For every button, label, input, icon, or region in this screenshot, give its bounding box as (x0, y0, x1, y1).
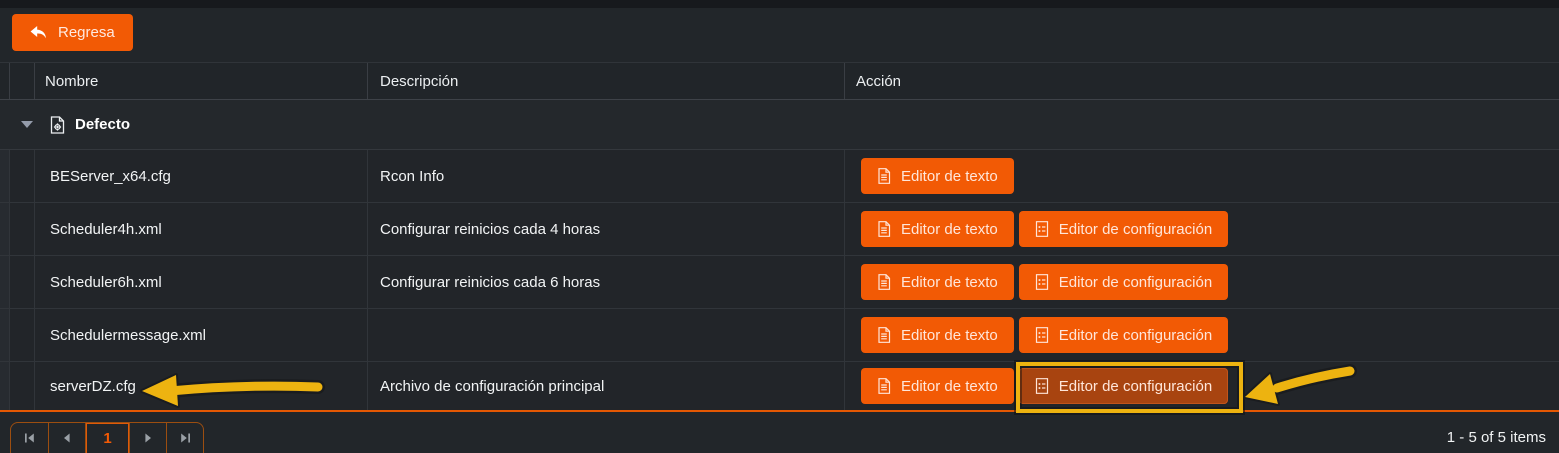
header-indent-cell (10, 63, 35, 99)
row-indent-cell (10, 256, 35, 308)
pager-prev-button[interactable] (48, 423, 85, 453)
row-actions: Editor de texto Editor de configuración (845, 256, 1559, 308)
column-header-accion[interactable]: Acción (845, 63, 1559, 99)
config-doc-icon (1035, 221, 1049, 237)
column-header-descripcion[interactable]: Descripción (368, 63, 845, 99)
text-file-icon (877, 168, 891, 184)
config-editor-button[interactable]: Editor de configuración (1019, 264, 1228, 300)
button-label: Editor de texto (901, 274, 998, 291)
button-label: Editor de configuración (1059, 327, 1212, 344)
table-row: serverDZ.cfg Archivo de configuración pr… (0, 362, 1559, 410)
pager-items-info: 1 - 5 of 5 items (1447, 429, 1546, 446)
back-button-label: Regresa (58, 24, 115, 41)
text-file-icon (877, 378, 891, 394)
row-actions: Editor de texto (845, 150, 1559, 202)
text-file-icon (877, 327, 891, 343)
file-description: Configurar reinicios cada 6 horas (368, 256, 845, 308)
last-page-icon (179, 432, 192, 444)
text-editor-button[interactable]: Editor de texto (861, 158, 1014, 194)
back-arrow-icon (30, 25, 47, 40)
table-row: Scheduler4h.xml Configurar reinicios cad… (0, 203, 1559, 256)
top-strip (0, 0, 1559, 8)
first-page-icon (23, 432, 36, 444)
config-editor-button[interactable]: Editor de configuración (1019, 317, 1228, 353)
file-name: BEServer_x64.cfg (35, 150, 368, 202)
row-indent-cell (10, 362, 35, 410)
file-description: Configurar reinicios cada 4 horas (368, 203, 845, 255)
column-header-nombre[interactable]: Nombre (35, 63, 368, 99)
pager-page-1[interactable]: 1 (85, 423, 129, 453)
grid-header: Nombre Descripción Acción (0, 62, 1559, 100)
back-button[interactable]: Regresa (12, 14, 133, 51)
text-editor-button[interactable]: Editor de texto (861, 264, 1014, 300)
button-label: Editor de texto (901, 168, 998, 185)
pager-next-button[interactable] (129, 423, 166, 453)
button-label: Editor de configuración (1059, 274, 1212, 291)
file-name: Scheduler6h.xml (35, 256, 368, 308)
table-row: BEServer_x64.cfg Rcon Info Editor de tex… (0, 150, 1559, 203)
header-rail-cell (0, 63, 10, 99)
row-rail-cell (0, 256, 10, 308)
row-indent-cell (10, 150, 35, 202)
file-name: serverDZ.cfg (35, 362, 368, 410)
row-actions: Editor de texto Editor de configuración (845, 309, 1559, 361)
config-doc-icon (1035, 327, 1049, 343)
file-name: Schedulermessage.xml (35, 309, 368, 361)
row-rail-cell (0, 203, 10, 255)
pager: 1 (10, 422, 204, 453)
pager-first-button[interactable] (11, 423, 48, 453)
file-description: Rcon Info (368, 150, 845, 202)
config-doc-icon (1035, 274, 1049, 290)
button-label: Editor de texto (901, 327, 998, 344)
file-description (368, 309, 845, 361)
group-label: Defecto (75, 116, 130, 133)
button-label: Editor de texto (901, 221, 998, 238)
row-rail-cell (0, 309, 10, 361)
row-indent-cell (10, 203, 35, 255)
config-file-icon (49, 116, 66, 134)
config-files-page: Regresa Nombre Descripción Acción Defect… (0, 0, 1559, 453)
button-label: Editor de texto (901, 378, 998, 395)
file-name: Scheduler4h.xml (35, 203, 368, 255)
table-row: Scheduler6h.xml Configurar reinicios cad… (0, 256, 1559, 309)
next-page-icon (142, 432, 154, 444)
config-editor-button[interactable]: Editor de configuración (1019, 211, 1228, 247)
table-row: Schedulermessage.xml Editor de texto (0, 309, 1559, 362)
collapse-triangle-icon[interactable] (21, 121, 33, 128)
row-indent-cell (10, 309, 35, 361)
config-editor-button-highlighted[interactable]: Editor de configuración (1019, 368, 1228, 404)
grid-bottom-border (0, 410, 1559, 412)
group-row-defecto: Defecto (0, 100, 1559, 150)
button-label: Editor de configuración (1059, 221, 1212, 238)
row-actions: Editor de texto Editor de configuración (845, 203, 1559, 255)
text-editor-button[interactable]: Editor de texto (861, 368, 1014, 404)
text-editor-button[interactable]: Editor de texto (861, 211, 1014, 247)
button-label: Editor de configuración (1059, 378, 1212, 395)
text-file-icon (877, 221, 891, 237)
row-rail-cell (0, 362, 10, 410)
file-description: Archivo de configuración principal (368, 362, 845, 410)
prev-page-icon (61, 432, 73, 444)
row-rail-cell (0, 150, 10, 202)
row-actions: Editor de texto Editor de configuración (845, 362, 1559, 410)
config-doc-icon (1035, 378, 1049, 394)
text-editor-button[interactable]: Editor de texto (861, 317, 1014, 353)
pager-last-button[interactable] (166, 423, 203, 453)
text-file-icon (877, 274, 891, 290)
